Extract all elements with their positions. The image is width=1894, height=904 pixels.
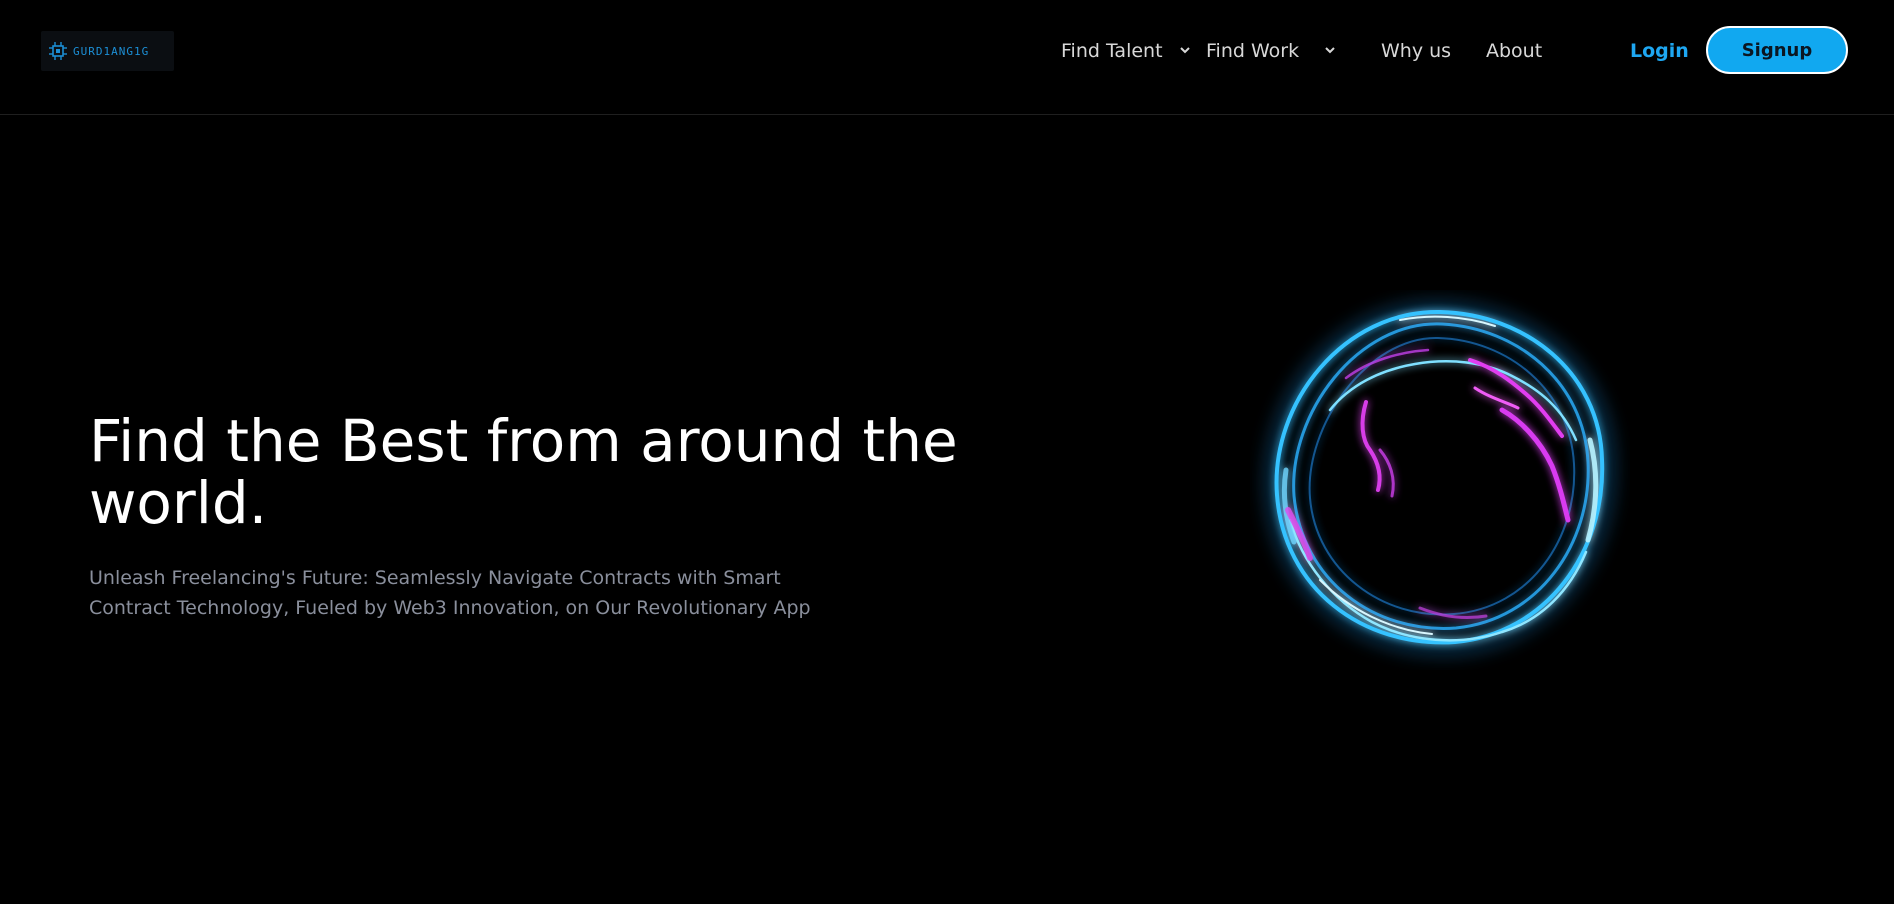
hero-title: Find the Best from around the world.: [89, 407, 958, 537]
chevron-down-icon[interactable]: [1323, 42, 1337, 56]
site-header: GURD1ANG1G Find Talent Find Work Why us …: [0, 0, 1894, 115]
glowing-orb-image: [1250, 290, 1630, 670]
chip-icon: [46, 39, 70, 63]
logo[interactable]: GURD1ANG1G: [41, 31, 174, 71]
nav-find-work[interactable]: Find Work: [1206, 40, 1299, 62]
nav-why-us[interactable]: Why us: [1381, 40, 1451, 62]
nav-find-talent[interactable]: Find Talent: [1061, 40, 1163, 62]
login-link[interactable]: Login: [1630, 40, 1689, 62]
landing-page: GURD1ANG1G Find Talent Find Work Why us …: [0, 0, 1894, 904]
signup-button[interactable]: Signup: [1706, 26, 1848, 74]
nav-about[interactable]: About: [1486, 40, 1542, 62]
logo-text: GURD1ANG1G: [73, 44, 150, 58]
chevron-down-icon[interactable]: [1178, 42, 1192, 56]
hero-subtitle: Unleash Freelancing's Future: Seamlessly…: [89, 567, 811, 619]
